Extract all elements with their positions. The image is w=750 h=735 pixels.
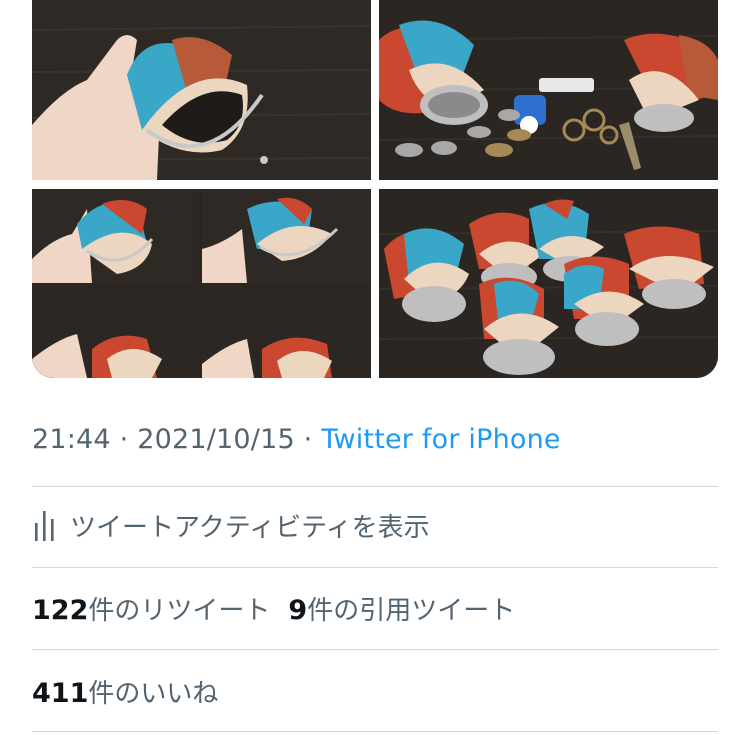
photo-group-of-coin-purses (379, 189, 718, 378)
media-photo-2[interactable] (379, 0, 718, 180)
separator-dot: · (303, 424, 313, 455)
photo-coin-purse-in-hand (32, 0, 371, 180)
retweets-stat[interactable]: 122件のリツイート (32, 590, 270, 627)
tweet-time: 21:44 (32, 424, 111, 455)
like-label: 件のいいね (88, 679, 219, 709)
activity-label: ツイートアクティビティを表示 (70, 512, 430, 543)
tweet-date[interactable]: 2021/10/15 (137, 424, 295, 455)
divider (32, 731, 718, 732)
divider (32, 486, 718, 487)
retweet-count: 122 (32, 595, 89, 626)
divider (32, 649, 718, 650)
photo-collage-purse-in-hand (32, 189, 371, 378)
separator-dot: · (119, 424, 129, 455)
media-photo-3[interactable] (32, 189, 371, 378)
quote-label: 件の引用ツイート (307, 596, 516, 626)
view-tweet-activity-button[interactable]: ツイートアクティビティを表示 (32, 505, 430, 545)
divider (32, 567, 718, 568)
quote-tweets-stat[interactable]: 9件の引用ツイート (288, 590, 515, 627)
tweet-timestamp: 21:44 · 2021/10/15 · Twitter for iPhone (32, 424, 561, 455)
tweet-media-grid (32, 0, 718, 378)
like-count: 411 (32, 678, 89, 709)
likes-stat[interactable]: 411 件のいいね (32, 673, 218, 710)
quote-count: 9 (288, 595, 308, 626)
media-photo-1[interactable] (32, 0, 371, 180)
media-photo-4[interactable] (379, 189, 718, 378)
retweet-quote-stats: 122件のリツイート 9件の引用ツイート (32, 590, 515, 627)
photo-coin-purses-with-keys-and-coins (379, 0, 718, 180)
retweet-label: 件のリツイート (88, 596, 271, 626)
analytics-bars-icon (35, 511, 54, 541)
tweet-source-link[interactable]: Twitter for iPhone (321, 424, 561, 455)
